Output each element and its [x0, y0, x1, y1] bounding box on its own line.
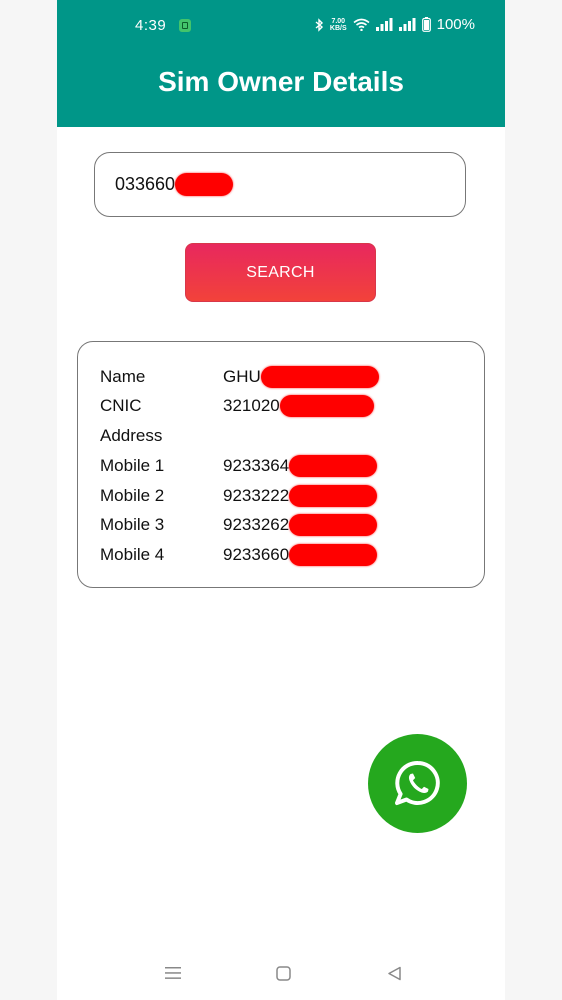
detail-value-text: GHU — [223, 367, 261, 386]
network-speed-value: 7.00 — [331, 17, 346, 25]
nav-home-button[interactable] — [273, 963, 293, 983]
detail-row-cnic: CNIC 321020 — [100, 391, 374, 421]
whatsapp-share-button[interactable] — [368, 734, 467, 833]
detail-label: CNIC — [100, 396, 142, 415]
detail-label: Mobile 1 — [100, 456, 165, 475]
detail-value: 9233222 — [223, 485, 378, 507]
redaction-mark — [289, 485, 378, 507]
detail-row-mobile-1: Mobile 1 9233364 — [100, 451, 378, 481]
wifi-icon — [353, 18, 370, 31]
home-square-icon — [275, 965, 291, 981]
detail-value: GHU — [223, 366, 379, 388]
redaction-mark — [260, 366, 379, 388]
status-time: 4:39 — [135, 17, 167, 34]
back-triangle-icon — [387, 966, 401, 980]
redaction-mark — [289, 514, 378, 536]
signal-icon-2 — [398, 18, 416, 31]
network-speed: 7.00 KB/S — [330, 18, 347, 32]
detail-value-text: 9233660 — [223, 545, 290, 564]
detail-value: 9233660 — [223, 544, 378, 566]
nav-back-button[interactable] — [384, 963, 404, 983]
app-header: 4:39 7.00 KB/S 100% Sim Owner Details — [57, 0, 505, 127]
detail-row-address: Address — [100, 421, 223, 451]
sim-card-icon — [179, 19, 191, 32]
detail-value: 9233262 — [223, 514, 378, 536]
detail-row-mobile-2: Mobile 2 9233222 — [100, 481, 378, 511]
detail-label: Address — [100, 426, 163, 445]
detail-value-text: 321020 — [223, 396, 280, 415]
menu-icon — [165, 967, 181, 979]
detail-value-text: 9233262 — [223, 515, 290, 534]
whatsapp-icon — [394, 760, 440, 805]
detail-row-mobile-3: Mobile 3 9233262 — [100, 510, 378, 540]
phone-number-input[interactable]: 033660 — [94, 152, 466, 217]
detail-value-text: 9233222 — [223, 486, 290, 505]
detail-row-mobile-4: Mobile 4 9233660 — [100, 540, 378, 570]
system-navigation-bar — [57, 955, 505, 990]
redaction-mark — [289, 455, 378, 477]
redaction-mark — [289, 544, 378, 566]
network-speed-unit: KB/S — [329, 24, 347, 32]
detail-label: Mobile 2 — [100, 486, 165, 505]
phone-screen: 4:39 7.00 KB/S 100% Sim Owner Details 03… — [57, 0, 505, 1000]
detail-label: Mobile 3 — [100, 515, 165, 534]
phone-number-value: 033660 — [115, 174, 176, 194]
battery-percent: 100% — [436, 16, 475, 33]
detail-label: Mobile 4 — [100, 545, 165, 564]
redaction-mark — [279, 395, 374, 417]
status-icons: 7.00 KB/S 100% — [315, 16, 475, 33]
nav-menu-button[interactable] — [163, 963, 183, 983]
redaction-mark — [175, 173, 234, 196]
owner-details-card: Name GHU CNIC 321020 Address Mobile 1 92… — [77, 341, 485, 588]
detail-label: Name — [100, 367, 146, 386]
search-button[interactable]: SEARCH — [185, 243, 376, 302]
battery-icon — [421, 17, 431, 32]
detail-value: 9233364 — [223, 455, 378, 477]
bluetooth-icon — [315, 17, 323, 32]
detail-value: 321020 — [223, 395, 374, 417]
detail-value-text: 9233364 — [223, 456, 290, 475]
detail-row-name: Name GHU — [100, 362, 379, 392]
signal-icon-1 — [375, 18, 393, 31]
page-title: Sim Owner Details — [158, 66, 404, 97]
